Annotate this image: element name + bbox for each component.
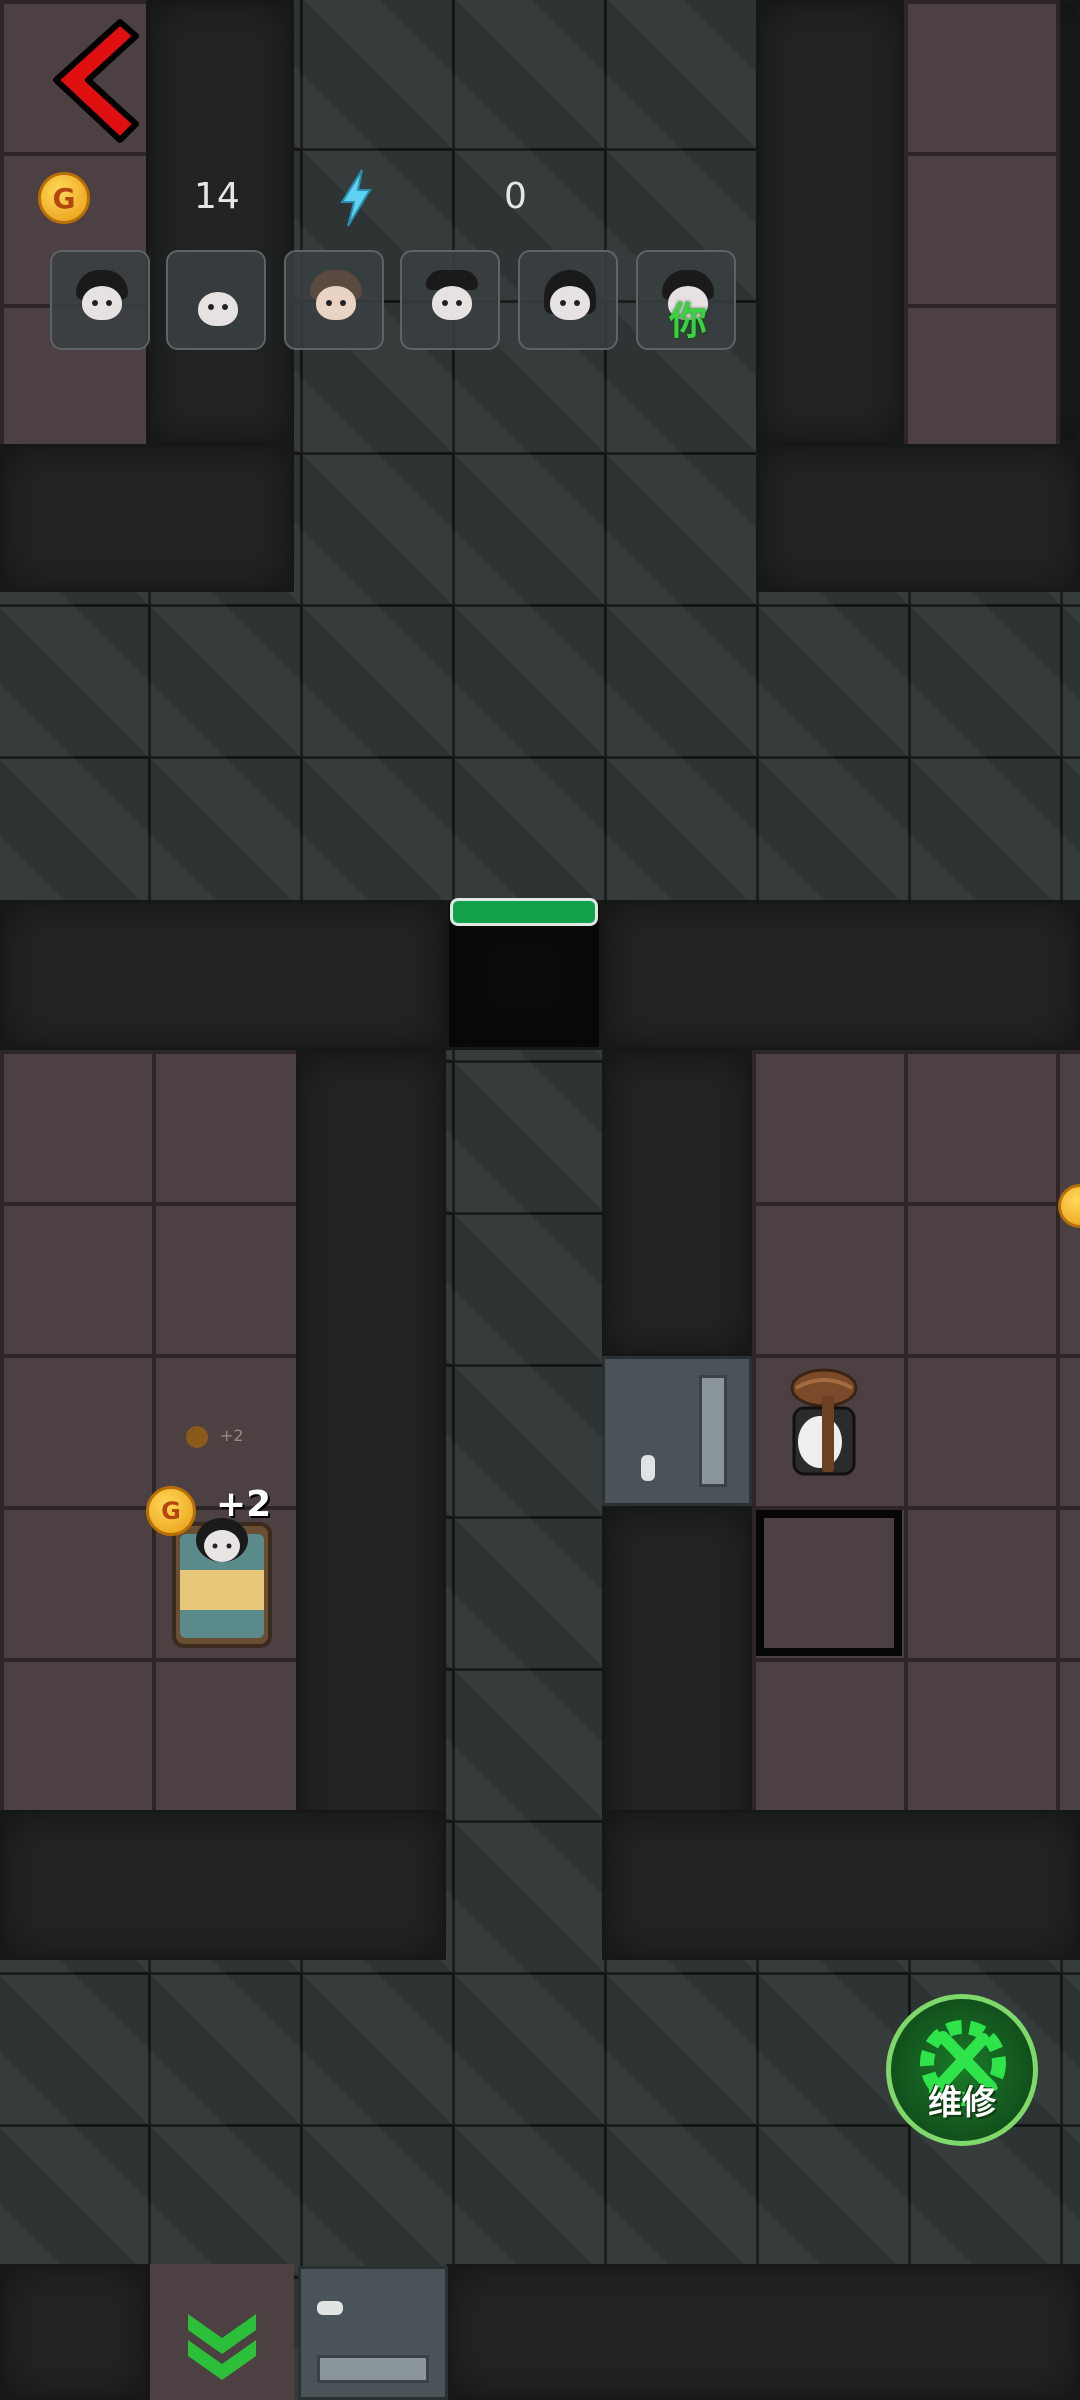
wall [1060,0,1080,444]
bed-income-label: +2 [216,1484,272,1525]
door-knob [641,1455,655,1481]
wall [602,900,1080,1050]
small-coin-icon [186,1426,208,1448]
player-avatar-3[interactable] [284,250,384,350]
wall [756,444,1080,592]
room-top-right [904,0,1060,444]
wall [602,1050,752,1356]
you-label: 你 [668,299,707,343]
coin-count: 14 [194,176,240,217]
wall [756,0,904,444]
wall [602,1810,1080,1960]
chevron-down-icon [188,2314,256,2380]
turret-icon[interactable] [782,1366,866,1484]
coin-icon: G [38,172,90,224]
game-map: +2 G +2 维修 [0,0,1080,2400]
room-bottom-left [0,1050,296,1810]
player-avatar-4[interactable] [400,250,500,350]
wall [146,0,294,444]
door-window [317,2355,429,2383]
bottom-door[interactable] [298,2266,448,2400]
back-arrow-icon[interactable] [36,16,146,146]
repair-button[interactable]: 维修 [886,1994,1038,2146]
upgrade-button[interactable] [150,2264,294,2400]
wall [0,2264,150,2400]
player-avatar-1[interactable] [50,250,150,350]
player-avatar-5[interactable] [518,250,618,350]
coin-icon: G [146,1486,196,1536]
wall [0,1810,446,1960]
energy-count: 0 [504,176,527,217]
wall [0,900,446,1050]
player-avatar-2[interactable] [166,250,266,350]
player-avatar-6[interactable]: 你 [636,250,736,350]
energy-bolt-icon [340,169,372,227]
selected-tile[interactable] [756,1510,902,1656]
repair-label: 维修 [928,2083,996,2123]
small-income-label: +2 [220,1426,244,1445]
wall [0,444,294,592]
door-window [699,1375,727,1487]
door-hp-bar [450,898,598,926]
door-knob [317,2301,343,2315]
room-door[interactable] [602,1356,752,1506]
wall [446,2264,1080,2400]
